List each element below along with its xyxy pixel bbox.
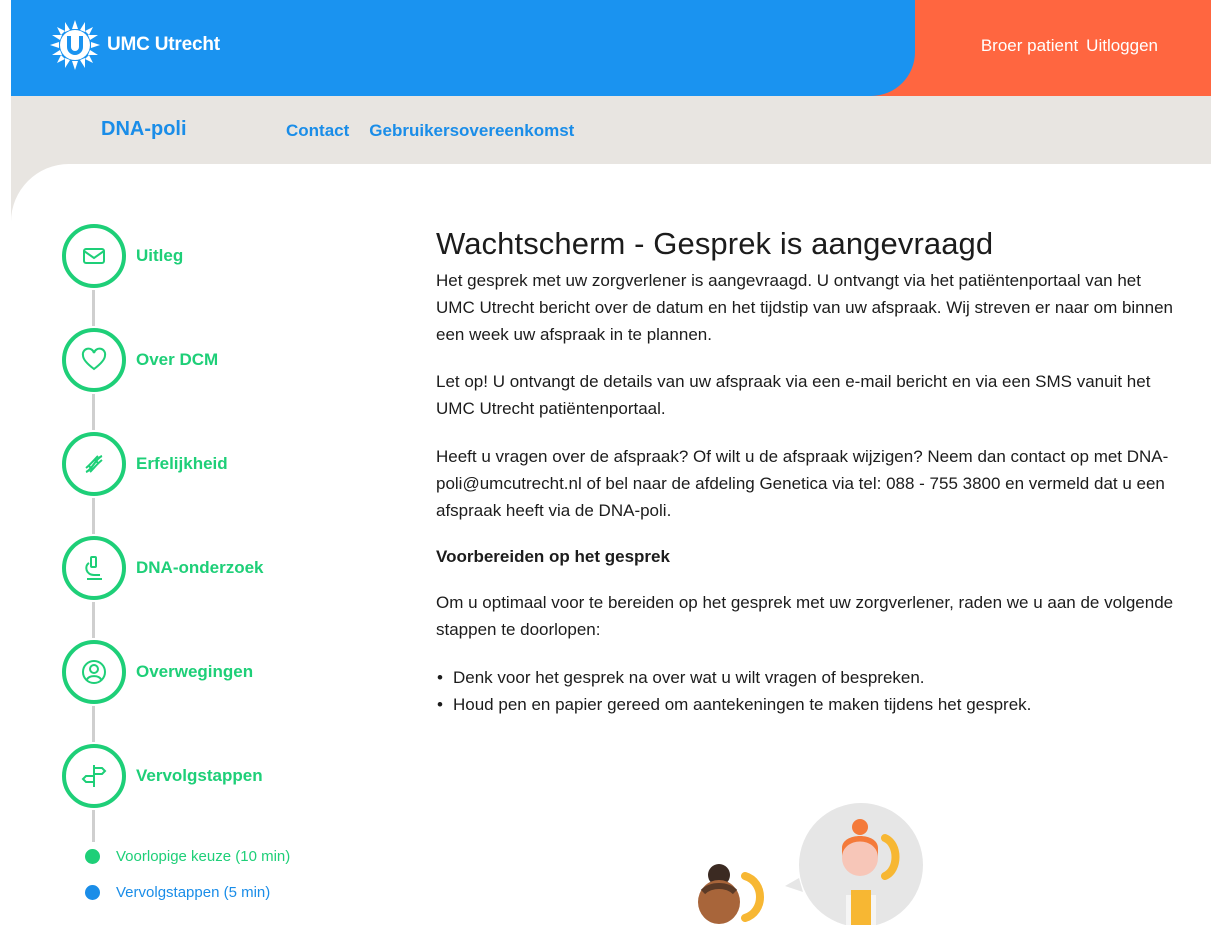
page-title: Wachtscherm - Gesprek is aangevraagd xyxy=(436,226,994,261)
substep-label: Vervolgstappen (5 min) xyxy=(116,884,271,901)
step-uitleg[interactable]: Uitleg xyxy=(62,224,183,288)
step-label: Overwegingen xyxy=(136,662,254,681)
step-connector xyxy=(92,498,95,534)
step-connector xyxy=(92,602,95,638)
phone-call-illustration xyxy=(698,803,923,925)
substep-label: Voorlopige keuze (10 min) xyxy=(116,848,291,865)
logout-link[interactable]: Uitloggen xyxy=(1086,36,1158,56)
subnav-links: Contact Gebruikersovereenkomst xyxy=(286,121,574,141)
step-over-dcm[interactable]: Over DCM xyxy=(62,328,218,392)
step-label: Erfelijkheid xyxy=(136,454,228,473)
subnav: DNA-poli Contact Gebruikersovereenkomst xyxy=(11,96,1211,166)
dna-icon xyxy=(85,455,103,473)
logo-text: UMC Utrecht xyxy=(107,34,220,55)
poli-name[interactable]: DNA-poli xyxy=(101,118,187,141)
substep-voorlopige-keuze[interactable]: Voorlopige keuze (10 min) xyxy=(85,848,290,865)
step-label: DNA-onderzoek xyxy=(136,558,264,577)
step-circle xyxy=(62,224,126,288)
page: UMC Utrecht Broer patient Uitloggen DNA-… xyxy=(11,0,1211,925)
user-name-link[interactable]: Broer patient xyxy=(981,36,1078,56)
intro-paragraph: Het gesprek met uw zorgverlener is aange… xyxy=(436,271,1174,344)
step-connector xyxy=(92,810,95,842)
step-connector xyxy=(92,706,95,742)
step-circle xyxy=(62,432,126,496)
user-nav: Broer patient Uitloggen xyxy=(981,36,1158,56)
notice-paragraph: Let op! U ontvangt de details van uw afs… xyxy=(436,372,1151,418)
step-label: Over DCM xyxy=(136,350,219,369)
terms-link[interactable]: Gebruikersovereenkomst xyxy=(369,121,574,141)
main-content: Wachtscherm - Gesprek is aangevraagd Het… xyxy=(436,226,1176,718)
list-item: Houd pen en papier gereed om aantekening… xyxy=(436,691,1176,718)
contact-paragraph: Heeft u vragen over de afspraak? Of wilt… xyxy=(436,447,1169,520)
preparation-list: Denk voor het gesprek na over wat u wilt… xyxy=(436,664,1176,718)
preparation-paragraph: Om u optimaal voor te bereiden op het ge… xyxy=(436,593,1174,639)
envelope-icon xyxy=(83,248,105,264)
list-item: Denk voor het gesprek na over wat u wilt… xyxy=(436,664,1176,691)
umc-logo[interactable]: UMC Utrecht xyxy=(49,19,220,71)
microscope-icon xyxy=(85,556,102,580)
step-circle xyxy=(62,640,126,704)
step-label: Vervolgstappen xyxy=(136,766,263,785)
signpost-icon xyxy=(81,765,107,787)
step-vervolgstappen[interactable]: Vervolgstappen xyxy=(62,744,263,808)
step-dna-onderzoek[interactable]: DNA-onderzoek xyxy=(62,536,264,600)
step-label: Uitleg xyxy=(136,246,184,265)
step-connector xyxy=(92,290,95,326)
person-icon xyxy=(82,660,106,684)
step-circle xyxy=(62,328,126,392)
step-circle xyxy=(62,744,126,808)
section-heading: Voorbereiden op het gesprek xyxy=(436,547,670,566)
header: UMC Utrecht Broer patient Uitloggen xyxy=(11,0,1211,96)
heart-icon xyxy=(81,347,107,371)
sun-logo-icon xyxy=(50,20,100,70)
step-circle xyxy=(62,536,126,600)
status-dot xyxy=(85,849,100,864)
status-dot xyxy=(85,885,100,900)
substep-vervolgstappen[interactable]: Vervolgstappen (5 min) xyxy=(85,884,270,901)
step-erfelijkheid[interactable]: Erfelijkheid xyxy=(62,432,228,496)
contact-link[interactable]: Contact xyxy=(286,121,349,141)
step-overwegingen[interactable]: Overwegingen xyxy=(62,640,253,704)
step-connector xyxy=(92,394,95,430)
